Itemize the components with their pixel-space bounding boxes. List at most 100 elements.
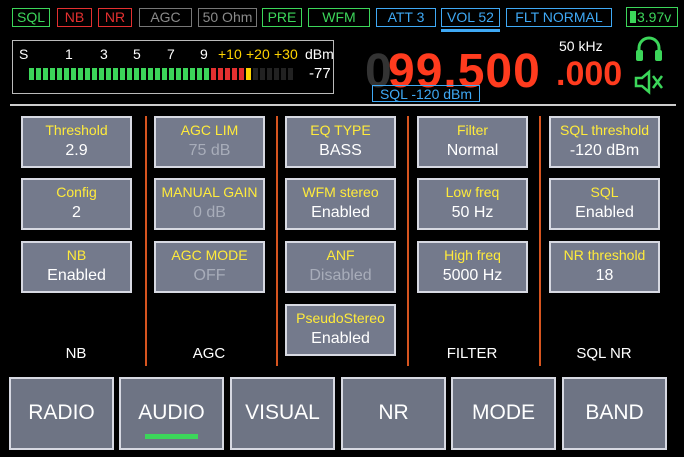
agc-mode-button[interactable]: AGC MODE OFF	[154, 241, 265, 293]
s-meter-bars	[29, 68, 293, 80]
nb-config-button[interactable]: Config 2	[21, 178, 132, 230]
column-title-sql-nr: SQL NR	[576, 345, 632, 362]
tuning-step[interactable]: 50 kHz	[559, 38, 603, 54]
s-meter-segment	[211, 68, 216, 80]
active-tab-indicator	[145, 434, 198, 439]
agc-lim-button[interactable]: AGC LIM 75 dB	[154, 116, 265, 168]
divider	[10, 104, 676, 106]
battery-icon	[630, 11, 636, 23]
s-meter-segment	[183, 68, 188, 80]
param-value: BASS	[319, 142, 362, 159]
param-label: WFM stereo	[302, 184, 379, 200]
nb-toggle-button[interactable]: NB Enabled	[21, 241, 132, 293]
nr-threshold-button[interactable]: NR threshold 18	[549, 241, 660, 293]
s-meter-plus-tick: +30	[274, 46, 298, 62]
filter-button[interactable]: Filter Normal	[417, 116, 528, 168]
s-meter-segment	[225, 68, 230, 80]
s-meter-segment	[71, 68, 76, 80]
param-label: ANF	[326, 247, 355, 263]
param-value: Enabled	[47, 267, 106, 284]
column-separator	[145, 116, 147, 366]
filter-indicator: FLT NORMAL	[506, 8, 612, 27]
s-meter-tick: 5	[133, 46, 141, 62]
high-freq-button[interactable]: High freq 5000 Hz	[417, 241, 528, 293]
s-meter-segment	[57, 68, 62, 80]
column-separator	[407, 116, 409, 366]
att-indicator: ATT 3	[376, 8, 436, 27]
s-meter-segment	[148, 68, 153, 80]
param-value: 2	[72, 204, 81, 221]
s-meter-segment	[43, 68, 48, 80]
nav-band-button[interactable]: BAND	[562, 377, 667, 450]
s-meter-segment	[176, 68, 181, 80]
s-meter-segment	[246, 68, 251, 80]
param-label: MANUAL GAIN	[161, 184, 258, 200]
wfm-stereo-button[interactable]: WFM stereo Enabled	[285, 178, 396, 230]
param-value: 18	[595, 267, 614, 284]
battery-indicator: 3.97v	[626, 7, 678, 27]
param-value: 5000 Hz	[442, 267, 503, 284]
s-meter-value: -77	[309, 65, 331, 82]
param-label: NR threshold	[563, 247, 646, 263]
low-freq-button[interactable]: Low freq 50 Hz	[417, 178, 528, 230]
nav-audio-button[interactable]: AUDIO	[119, 377, 224, 450]
s-meter-segment	[260, 68, 265, 80]
s-meter-plus-tick: +20	[246, 46, 270, 62]
s-meter-segment	[274, 68, 279, 80]
nav-visual-button[interactable]: VISUAL	[230, 377, 335, 450]
nb-threshold-button[interactable]: Threshold 2.9	[21, 116, 132, 168]
sql-toggle-button[interactable]: SQL Enabled	[549, 178, 660, 230]
param-label: Low freq	[445, 184, 500, 200]
headphones-icon[interactable]	[634, 33, 664, 63]
pseudo-stereo-button[interactable]: PseudoStereo Enabled	[285, 304, 396, 356]
s-meter-tick: 9	[200, 46, 208, 62]
param-label: Config	[56, 184, 97, 200]
column-title-nb: NB	[65, 345, 87, 362]
speaker-muted-icon[interactable]	[634, 68, 664, 96]
battery-voltage: 3.97v	[637, 9, 672, 25]
frequency-fraction[interactable]: .000	[556, 55, 622, 94]
s-meter-segment	[218, 68, 223, 80]
s-meter-segment	[190, 68, 195, 80]
s-meter-segment	[36, 68, 41, 80]
nav-nr-button[interactable]: NR	[341, 377, 446, 450]
param-value: Disabled	[309, 267, 372, 284]
s-meter-segment	[204, 68, 209, 80]
param-label: Filter	[456, 122, 489, 138]
s-meter-tick: 1	[65, 46, 73, 62]
s-meter-segment	[169, 68, 174, 80]
param-label: NB	[66, 247, 87, 263]
s-meter-segment	[232, 68, 237, 80]
param-value: 75 dB	[188, 142, 231, 159]
column-title-filter: FILTER	[446, 345, 498, 362]
s-meter-segment	[197, 68, 202, 80]
wfm-indicator: WFM	[308, 8, 370, 27]
s-meter-segment	[162, 68, 167, 80]
s-meter-segment	[29, 68, 34, 80]
vol-indicator: VOL 52	[441, 8, 500, 27]
param-value: Normal	[446, 142, 499, 159]
s-meter-segment	[78, 68, 83, 80]
s-meter-segment	[141, 68, 146, 80]
impedance-indicator: 50 Ohm	[198, 8, 257, 27]
s-meter-segment	[85, 68, 90, 80]
s-meter-segment	[239, 68, 244, 80]
param-value: Enabled	[311, 330, 370, 347]
s-meter-segment	[64, 68, 69, 80]
anf-button[interactable]: ANF Disabled	[285, 241, 396, 293]
param-value: 0 dB	[193, 204, 226, 221]
param-label: SQL threshold	[560, 122, 649, 138]
vol-underline	[441, 29, 500, 32]
column-title-agc: AGC	[192, 345, 226, 362]
eq-type-button[interactable]: EQ TYPE BASS	[285, 116, 396, 168]
param-label: AGC LIM	[180, 122, 239, 138]
s-meter-s-label: S	[19, 46, 29, 62]
param-label: PseudoStereo	[296, 310, 385, 326]
sql-threshold-button[interactable]: SQL threshold -120 dBm	[549, 116, 660, 168]
param-label: SQL	[590, 184, 619, 200]
param-label: EQ TYPE	[310, 122, 371, 138]
nb-indicator: NB	[57, 8, 92, 27]
manual-gain-button[interactable]: MANUAL GAIN 0 dB	[154, 178, 265, 230]
nav-radio-button[interactable]: RADIO	[9, 377, 114, 450]
nav-mode-button[interactable]: MODE	[451, 377, 556, 450]
